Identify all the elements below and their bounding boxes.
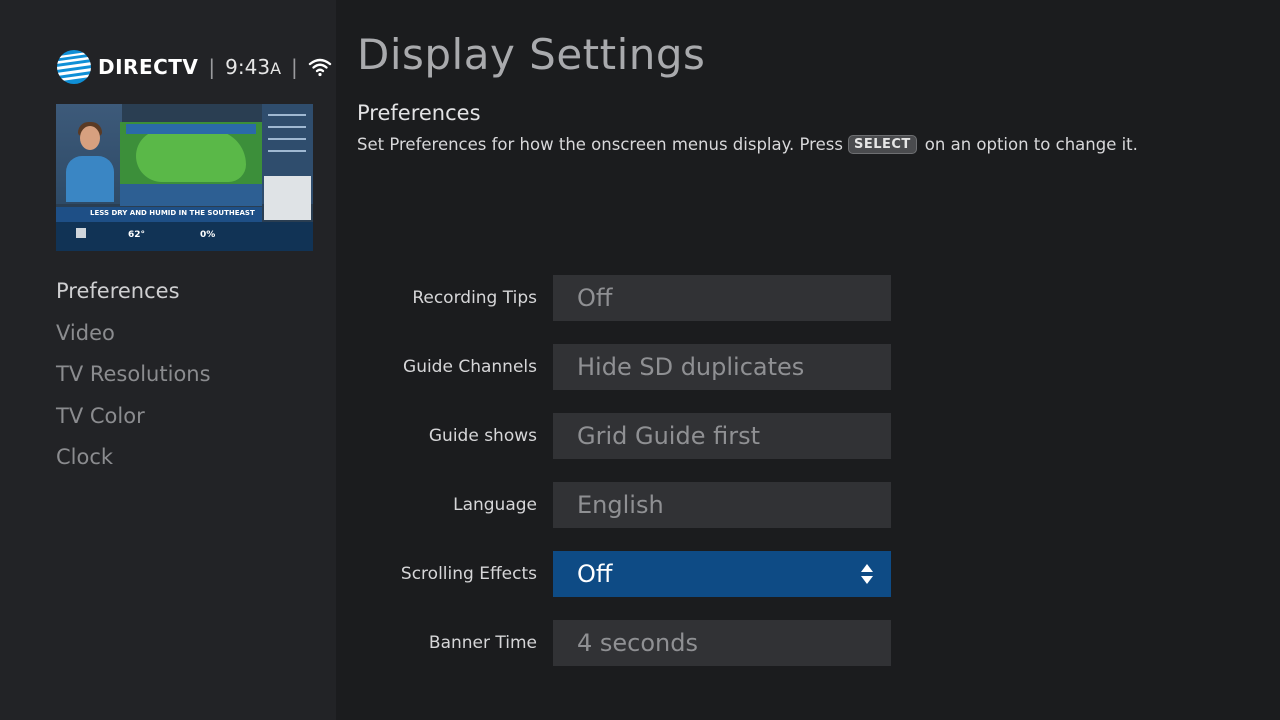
setting-row-recording-tips[interactable]: Recording Tips Off [350, 275, 891, 321]
page-title: Display Settings [357, 30, 706, 79]
sidebar-item-video[interactable]: Video [56, 318, 211, 360]
divider: | [208, 55, 216, 79]
setting-label: Recording Tips [412, 288, 537, 308]
att-globe-logo [57, 50, 91, 84]
setting-label: Scrolling Effects [400, 564, 537, 584]
setting-label: Banner Time [428, 633, 537, 653]
description-text: Set Preferences for how the onscreen men… [357, 135, 843, 154]
setting-label: Guide shows [428, 426, 537, 446]
description-text-end: on an option to change it. [924, 135, 1138, 154]
setting-label: Language [453, 495, 537, 515]
setting-row-banner-time[interactable]: Banner Time 4 seconds [350, 620, 891, 666]
setting-row-guide-channels[interactable]: Guide Channels Hide SD duplicates [350, 344, 891, 390]
recording-tips-value[interactable]: Off [553, 275, 891, 321]
sidebar-item-clock[interactable]: Clock [56, 442, 211, 484]
weather-logo-icon [76, 228, 86, 238]
preview-temperature: 62° [128, 230, 146, 240]
guide-shows-value[interactable]: Grid Guide first [553, 413, 891, 459]
sidebar-item-tv-resolutions[interactable]: TV Resolutions [56, 359, 211, 401]
clock-time: 9:43A [225, 55, 282, 79]
language-value[interactable]: English [553, 482, 891, 528]
settings-menu: Preferences Video TV Resolutions TV Colo… [56, 276, 211, 484]
setting-row-language[interactable]: Language English [350, 482, 891, 528]
section-description: Set Preferences for how the onscreen men… [357, 135, 1138, 154]
sidebar-item-preferences[interactable]: Preferences [56, 276, 211, 318]
scrolling-effects-value[interactable]: Off [553, 551, 891, 597]
live-tv-preview[interactable]: LESS DRY AND HUMID IN THE SOUTHEAST 62° … [56, 104, 313, 251]
brand-bar: DIRECTV | 9:43A | [56, 48, 332, 86]
setting-label: Guide Channels [403, 357, 537, 377]
select-key-badge: SELECT [847, 135, 917, 154]
sidebar-item-tv-color[interactable]: TV Color [56, 401, 211, 443]
divider: | [291, 55, 298, 79]
guide-channels-value[interactable]: Hide SD duplicates [553, 344, 891, 390]
setting-row-guide-shows[interactable]: Guide shows Grid Guide first [350, 413, 891, 459]
setting-row-scrolling-effects[interactable]: Scrolling Effects Off [350, 551, 891, 597]
wifi-icon [308, 58, 331, 77]
sidebar: DIRECTV | 9:43A | LESS DRY AND HUMID IN … [0, 0, 336, 720]
section-title: Preferences [357, 101, 481, 125]
brand-name: DIRECTV [98, 55, 199, 79]
preview-banner-text: LESS DRY AND HUMID IN THE SOUTHEAST [90, 209, 255, 217]
banner-time-value[interactable]: 4 seconds [553, 620, 891, 666]
scrolling-effects-value-text: Off [577, 560, 613, 588]
up-down-arrows-icon [861, 564, 873, 584]
preview-precip: 0% [200, 230, 216, 240]
